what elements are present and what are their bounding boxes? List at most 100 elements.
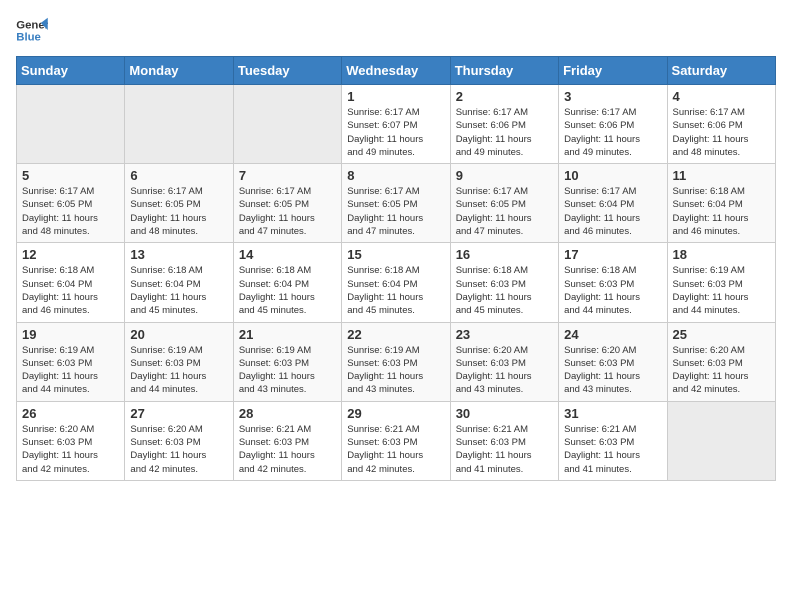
calendar-cell: 21 Sunrise: 6:19 AM Sunset: 6:03 PM Dayli… [233, 322, 341, 401]
day-number: 23 [456, 327, 553, 342]
logo-icon: General Blue [16, 16, 48, 44]
day-info: Sunrise: 6:18 AM Sunset: 6:03 PM Dayligh… [564, 264, 661, 317]
day-number: 7 [239, 168, 336, 183]
day-number: 11 [673, 168, 770, 183]
weekday-header-tuesday: Tuesday [233, 57, 341, 85]
day-info: Sunrise: 6:18 AM Sunset: 6:03 PM Dayligh… [456, 264, 553, 317]
calendar-week-row: 12 Sunrise: 6:18 AM Sunset: 6:04 PM Dayli… [17, 243, 776, 322]
day-info: Sunrise: 6:18 AM Sunset: 6:04 PM Dayligh… [239, 264, 336, 317]
day-info: Sunrise: 6:21 AM Sunset: 6:03 PM Dayligh… [456, 423, 553, 476]
calendar-cell: 14 Sunrise: 6:18 AM Sunset: 6:04 PM Dayli… [233, 243, 341, 322]
day-number: 18 [673, 247, 770, 262]
day-number: 24 [564, 327, 661, 342]
day-info: Sunrise: 6:19 AM Sunset: 6:03 PM Dayligh… [22, 344, 119, 397]
calendar-cell: 28 Sunrise: 6:21 AM Sunset: 6:03 PM Dayli… [233, 401, 341, 480]
day-info: Sunrise: 6:17 AM Sunset: 6:05 PM Dayligh… [239, 185, 336, 238]
day-info: Sunrise: 6:18 AM Sunset: 6:04 PM Dayligh… [22, 264, 119, 317]
weekday-header-friday: Friday [559, 57, 667, 85]
day-info: Sunrise: 6:20 AM Sunset: 6:03 PM Dayligh… [130, 423, 227, 476]
calendar-cell: 12 Sunrise: 6:18 AM Sunset: 6:04 PM Dayli… [17, 243, 125, 322]
weekday-header-thursday: Thursday [450, 57, 558, 85]
calendar-week-row: 1 Sunrise: 6:17 AM Sunset: 6:07 PM Daylig… [17, 85, 776, 164]
calendar-cell: 19 Sunrise: 6:19 AM Sunset: 6:03 PM Dayli… [17, 322, 125, 401]
calendar-cell [125, 85, 233, 164]
calendar-cell: 5Sunrise: 6:17 AM Sunset: 6:05 PM Daylig… [17, 164, 125, 243]
day-number: 21 [239, 327, 336, 342]
day-number: 1 [347, 89, 444, 104]
day-info: Sunrise: 6:18 AM Sunset: 6:04 PM Dayligh… [673, 185, 770, 238]
day-number: 25 [673, 327, 770, 342]
day-info: Sunrise: 6:17 AM Sunset: 6:04 PM Dayligh… [564, 185, 661, 238]
calendar-cell: 10Sunrise: 6:17 AM Sunset: 6:04 PM Dayli… [559, 164, 667, 243]
calendar-cell: 4Sunrise: 6:17 AM Sunset: 6:06 PM Daylig… [667, 85, 775, 164]
day-info: Sunrise: 6:21 AM Sunset: 6:03 PM Dayligh… [347, 423, 444, 476]
day-number: 12 [22, 247, 119, 262]
day-number: 28 [239, 406, 336, 421]
day-info: Sunrise: 6:17 AM Sunset: 6:05 PM Dayligh… [347, 185, 444, 238]
day-number: 6 [130, 168, 227, 183]
calendar-cell: 27 Sunrise: 6:20 AM Sunset: 6:03 PM Dayli… [125, 401, 233, 480]
calendar-cell: 16Sunrise: 6:18 AM Sunset: 6:03 PM Dayli… [450, 243, 558, 322]
calendar-cell: 17 Sunrise: 6:18 AM Sunset: 6:03 PM Dayli… [559, 243, 667, 322]
day-info: Sunrise: 6:17 AM Sunset: 6:07 PM Dayligh… [347, 106, 444, 159]
day-info: Sunrise: 6:17 AM Sunset: 6:06 PM Dayligh… [564, 106, 661, 159]
calendar-cell: 15Sunrise: 6:18 AM Sunset: 6:04 PM Dayli… [342, 243, 450, 322]
day-number: 17 [564, 247, 661, 262]
weekday-header-saturday: Saturday [667, 57, 775, 85]
calendar-cell: 24Sunrise: 6:20 AM Sunset: 6:03 PM Dayli… [559, 322, 667, 401]
day-number: 5 [22, 168, 119, 183]
day-number: 30 [456, 406, 553, 421]
calendar-cell [233, 85, 341, 164]
calendar-cell: 20Sunrise: 6:19 AM Sunset: 6:03 PM Dayli… [125, 322, 233, 401]
weekday-header-wednesday: Wednesday [342, 57, 450, 85]
day-number: 9 [456, 168, 553, 183]
day-number: 31 [564, 406, 661, 421]
weekday-header-row: SundayMondayTuesdayWednesdayThursdayFrid… [17, 57, 776, 85]
day-number: 13 [130, 247, 227, 262]
calendar-cell: 11 Sunrise: 6:18 AM Sunset: 6:04 PM Dayli… [667, 164, 775, 243]
day-number: 4 [673, 89, 770, 104]
day-info: Sunrise: 6:19 AM Sunset: 6:03 PM Dayligh… [347, 344, 444, 397]
calendar-cell: 25 Sunrise: 6:20 AM Sunset: 6:03 PM Dayli… [667, 322, 775, 401]
calendar-cell [667, 401, 775, 480]
day-number: 29 [347, 406, 444, 421]
calendar-cell: 29 Sunrise: 6:21 AM Sunset: 6:03 PM Dayli… [342, 401, 450, 480]
day-number: 26 [22, 406, 119, 421]
weekday-header-sunday: Sunday [17, 57, 125, 85]
day-info: Sunrise: 6:18 AM Sunset: 6:04 PM Dayligh… [130, 264, 227, 317]
page-header: General Blue [16, 16, 776, 44]
day-info: Sunrise: 6:20 AM Sunset: 6:03 PM Dayligh… [456, 344, 553, 397]
calendar-cell: 9 Sunrise: 6:17 AM Sunset: 6:05 PM Daylig… [450, 164, 558, 243]
day-info: Sunrise: 6:19 AM Sunset: 6:03 PM Dayligh… [673, 264, 770, 317]
calendar-cell: 2Sunrise: 6:17 AM Sunset: 6:06 PM Daylig… [450, 85, 558, 164]
day-info: Sunrise: 6:21 AM Sunset: 6:03 PM Dayligh… [239, 423, 336, 476]
day-info: Sunrise: 6:19 AM Sunset: 6:03 PM Dayligh… [239, 344, 336, 397]
calendar-cell: 6 Sunrise: 6:17 AM Sunset: 6:05 PM Daylig… [125, 164, 233, 243]
weekday-header-monday: Monday [125, 57, 233, 85]
day-number: 27 [130, 406, 227, 421]
calendar-cell: 13 Sunrise: 6:18 AM Sunset: 6:04 PM Dayli… [125, 243, 233, 322]
calendar-cell: 22 Sunrise: 6:19 AM Sunset: 6:03 PM Dayli… [342, 322, 450, 401]
calendar-week-row: 19 Sunrise: 6:19 AM Sunset: 6:03 PM Dayli… [17, 322, 776, 401]
day-info: Sunrise: 6:20 AM Sunset: 6:03 PM Dayligh… [673, 344, 770, 397]
day-info: Sunrise: 6:18 AM Sunset: 6:04 PM Dayligh… [347, 264, 444, 317]
calendar-cell: 3 Sunrise: 6:17 AM Sunset: 6:06 PM Daylig… [559, 85, 667, 164]
day-info: Sunrise: 6:17 AM Sunset: 6:05 PM Dayligh… [130, 185, 227, 238]
day-number: 3 [564, 89, 661, 104]
day-info: Sunrise: 6:17 AM Sunset: 6:06 PM Dayligh… [456, 106, 553, 159]
day-number: 8 [347, 168, 444, 183]
calendar-cell: 7 Sunrise: 6:17 AM Sunset: 6:05 PM Daylig… [233, 164, 341, 243]
day-number: 20 [130, 327, 227, 342]
day-info: Sunrise: 6:20 AM Sunset: 6:03 PM Dayligh… [22, 423, 119, 476]
day-number: 22 [347, 327, 444, 342]
calendar-cell: 30 Sunrise: 6:21 AM Sunset: 6:03 PM Dayli… [450, 401, 558, 480]
day-info: Sunrise: 6:21 AM Sunset: 6:03 PM Dayligh… [564, 423, 661, 476]
calendar-week-row: 26 Sunrise: 6:20 AM Sunset: 6:03 PM Dayli… [17, 401, 776, 480]
day-number: 14 [239, 247, 336, 262]
calendar-cell: 18 Sunrise: 6:19 AM Sunset: 6:03 PM Dayli… [667, 243, 775, 322]
calendar-cell: 31 Sunrise: 6:21 AM Sunset: 6:03 PM Dayli… [559, 401, 667, 480]
day-info: Sunrise: 6:17 AM Sunset: 6:05 PM Dayligh… [456, 185, 553, 238]
calendar: SundayMondayTuesdayWednesdayThursdayFrid… [16, 56, 776, 481]
day-number: 19 [22, 327, 119, 342]
calendar-cell: 23 Sunrise: 6:20 AM Sunset: 6:03 PM Dayli… [450, 322, 558, 401]
